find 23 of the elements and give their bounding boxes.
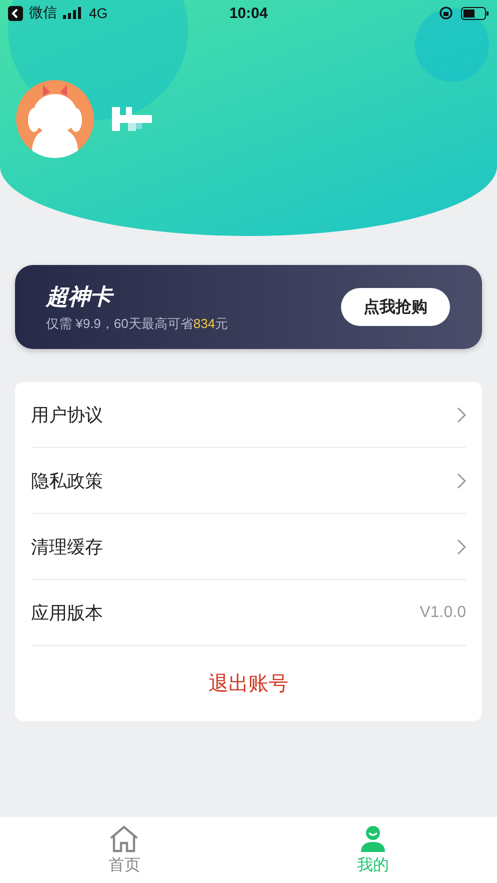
chevron-right-icon <box>456 538 466 554</box>
promo-subtitle: 仅需 ¥9.9，60天最高可省834元 <box>46 314 228 332</box>
menu-item[interactable]: 隐私政策 <box>31 468 103 492</box>
network-label: 4G <box>89 5 108 21</box>
tab-item[interactable]: 首页 <box>0 817 248 883</box>
rotation-lock-icon <box>439 6 453 20</box>
status-time: 10:04 <box>229 4 268 22</box>
menu-item[interactable]: 用户协议 <box>31 402 103 426</box>
menu-label: 应用版本 <box>31 602 103 624</box>
back-icon[interactable] <box>8 6 23 20</box>
chevron-right-icon <box>456 406 466 422</box>
pixelated-name-drawing <box>112 107 152 131</box>
logout-button[interactable]: 退出账号 <box>202 669 294 698</box>
battery-icon <box>461 6 489 20</box>
back-app-label[interactable]: 微信 <box>29 4 57 22</box>
chevron-right-icon <box>456 472 466 488</box>
home-icon <box>109 824 140 852</box>
menu-item[interactable]: 清理缓存 <box>31 534 103 558</box>
buy-button[interactable]: 点我抢购 <box>341 288 450 326</box>
person-icon <box>358 824 387 852</box>
version-text: V1.0.0 <box>420 604 466 622</box>
signal-icon <box>63 7 83 19</box>
promo-title: 超神卡 <box>46 282 228 312</box>
